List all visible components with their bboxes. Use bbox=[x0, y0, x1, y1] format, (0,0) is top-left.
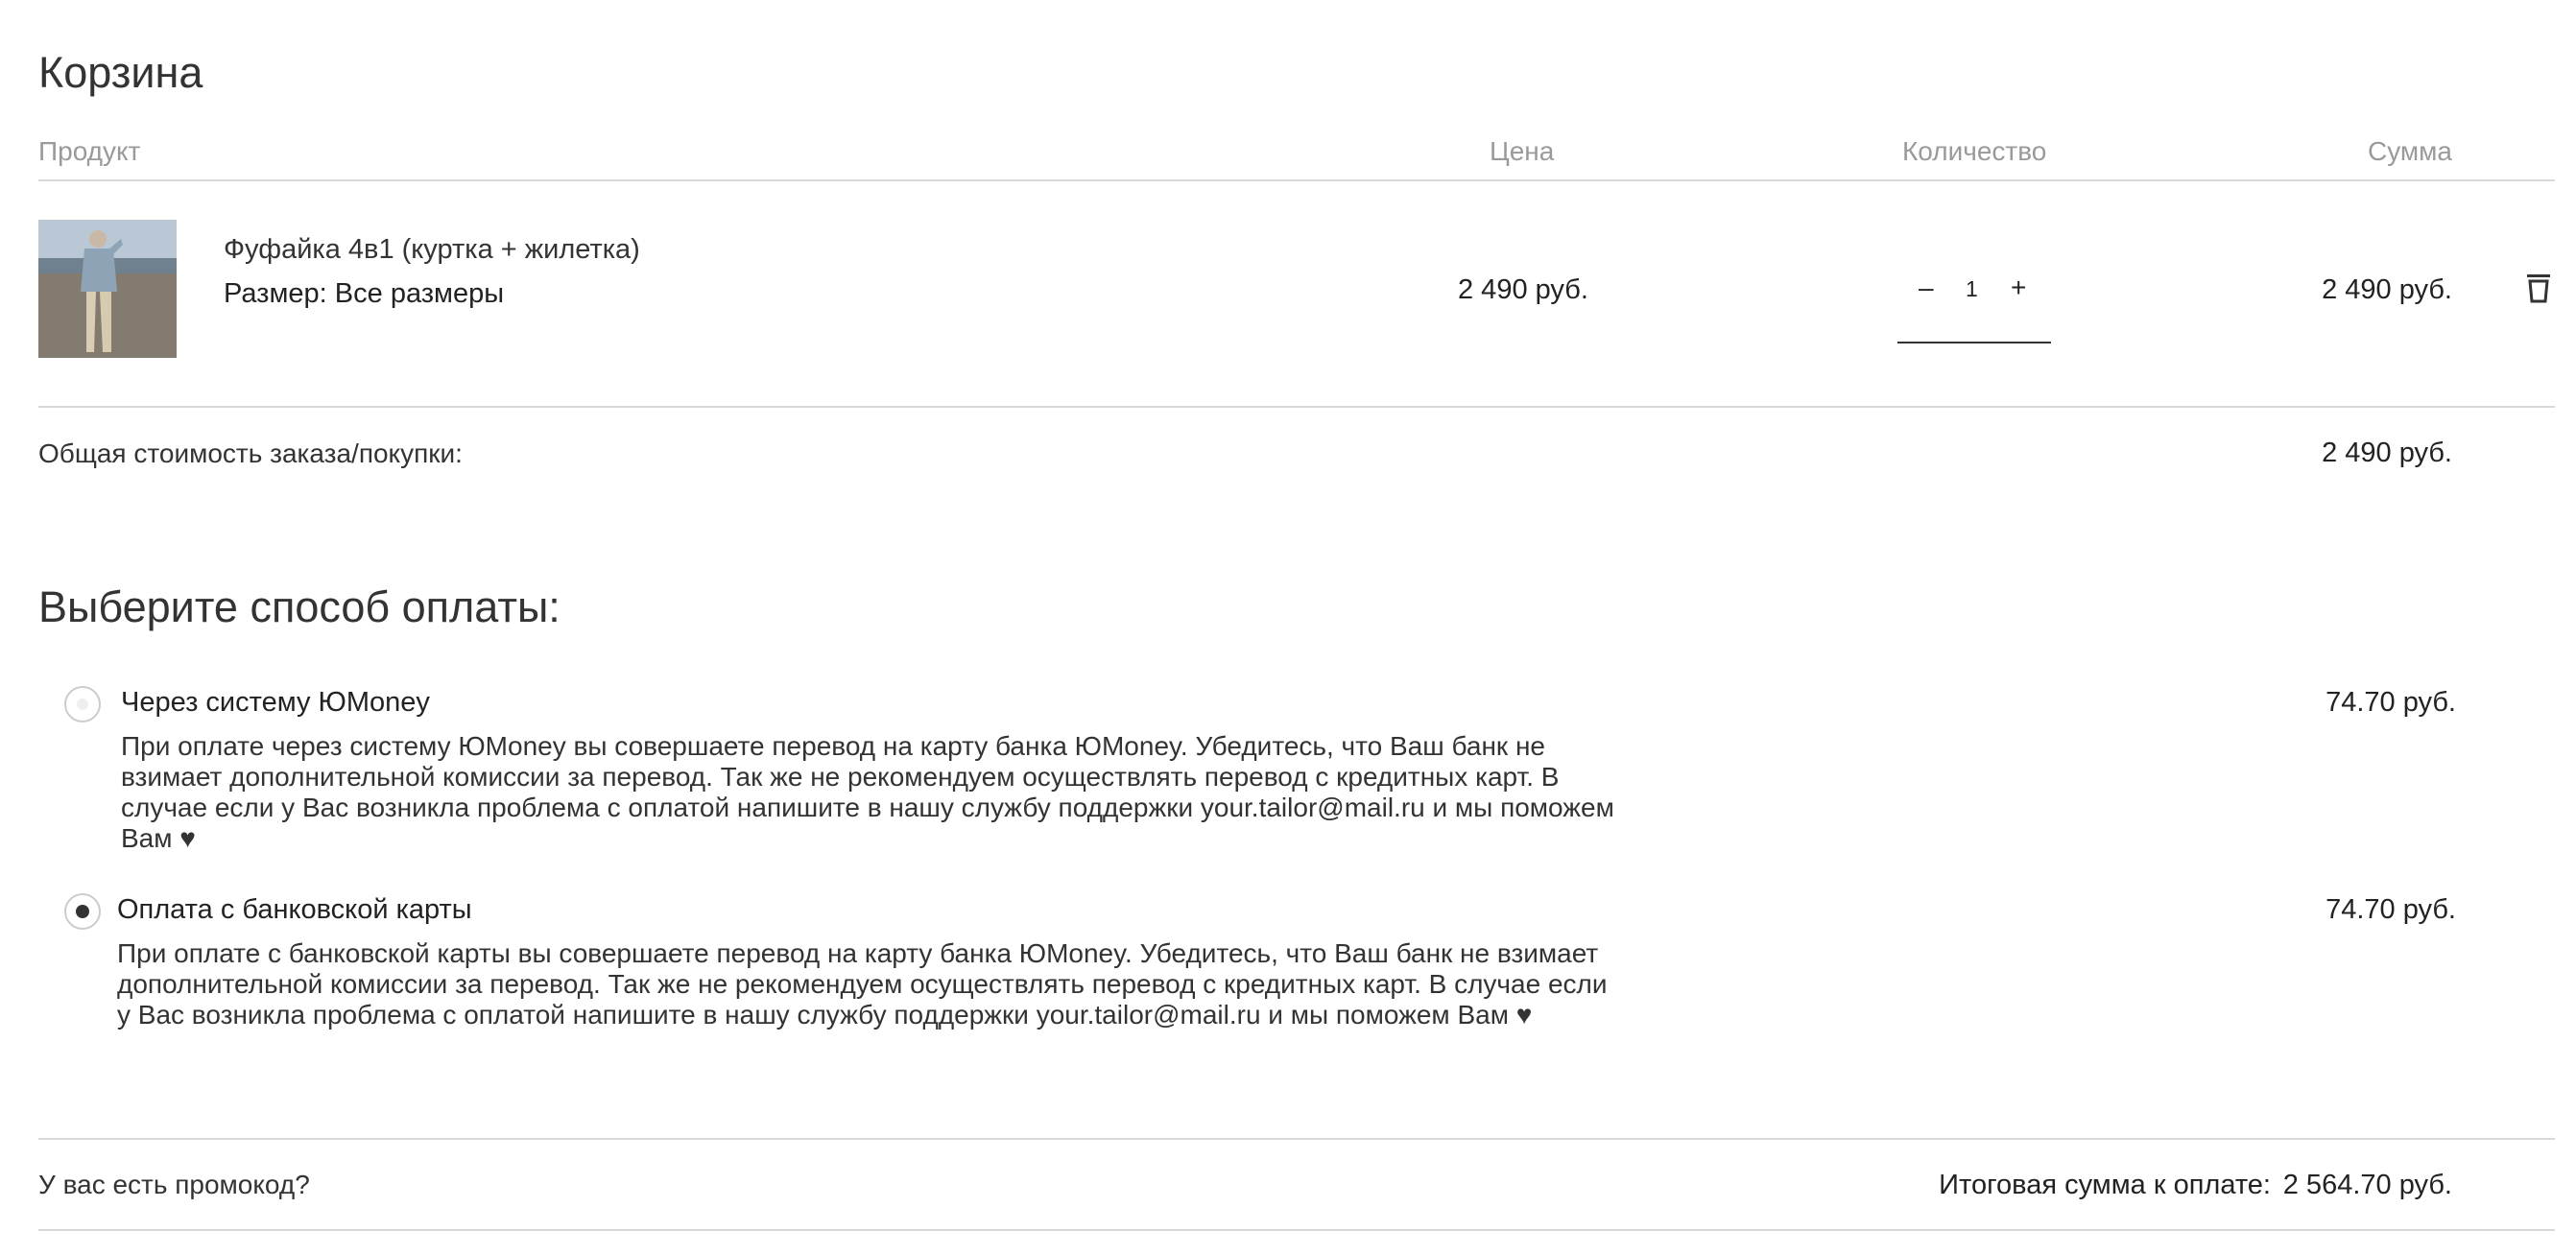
radio-dot bbox=[76, 905, 89, 918]
delete-item-button[interactable] bbox=[2524, 272, 2553, 303]
final-total-value: 2 564.70 руб. bbox=[2282, 1170, 2452, 1200]
payment-option-yoomoney-radio[interactable] bbox=[64, 686, 101, 722]
quantity-value: 1 bbox=[1966, 276, 1978, 301]
product-size: Размер: Все размеры bbox=[224, 278, 505, 309]
item-divider bbox=[38, 406, 2555, 408]
payment-option-yoomoney-description: При оплате через систему ЮMoney вы совер… bbox=[121, 731, 1614, 853]
promo-code-link[interactable]: У вас есть промокод? bbox=[38, 1170, 310, 1200]
trash-icon bbox=[2527, 274, 2550, 303]
final-total-label: Итоговая сумма к оплате: bbox=[1939, 1170, 2271, 1200]
quantity-increase-button[interactable]: + bbox=[2011, 272, 2026, 303]
page-title: Корзина bbox=[38, 48, 203, 97]
product-name[interactable]: Фуфайка 4в1 (куртка + жилетка) bbox=[224, 234, 640, 266]
column-header-quantity: Количество bbox=[1902, 136, 2047, 166]
order-total-label: Общая стоимость заказа/покупки: bbox=[38, 438, 463, 468]
quantity-stepper: – 1 + bbox=[1897, 267, 2051, 343]
payment-option-card-description: При оплате с банковской карты вы соверша… bbox=[117, 938, 1608, 1030]
header-divider bbox=[38, 179, 2555, 181]
footer-divider bbox=[38, 1229, 2555, 1231]
column-header-sum: Сумма bbox=[2368, 136, 2452, 166]
payment-divider bbox=[38, 1138, 2555, 1140]
payment-option-card-radio[interactable] bbox=[64, 893, 101, 930]
column-header-price: Цена bbox=[1490, 136, 1555, 166]
radio-dot bbox=[77, 699, 88, 710]
column-header-product: Продукт bbox=[38, 136, 141, 166]
product-photo-icon bbox=[38, 220, 177, 358]
product-price: 2 490 руб. bbox=[1458, 274, 1588, 305]
product-sum: 2 490 руб. bbox=[2322, 274, 2452, 305]
payment-option-yoomoney-fee: 74.70 руб. bbox=[2326, 687, 2456, 718]
payment-option-card-fee: 74.70 руб. bbox=[2326, 894, 2456, 925]
payment-section-title: Выберите способ оплаты: bbox=[38, 582, 561, 631]
payment-option-card-title[interactable]: Оплата с банковской карты bbox=[117, 894, 472, 926]
payment-option-yoomoney-title[interactable]: Через систему ЮMoney bbox=[121, 687, 430, 719]
product-thumbnail[interactable] bbox=[38, 220, 177, 358]
quantity-decrease-button[interactable]: – bbox=[1919, 272, 1934, 303]
order-total-value: 2 490 руб. bbox=[2322, 438, 2452, 468]
